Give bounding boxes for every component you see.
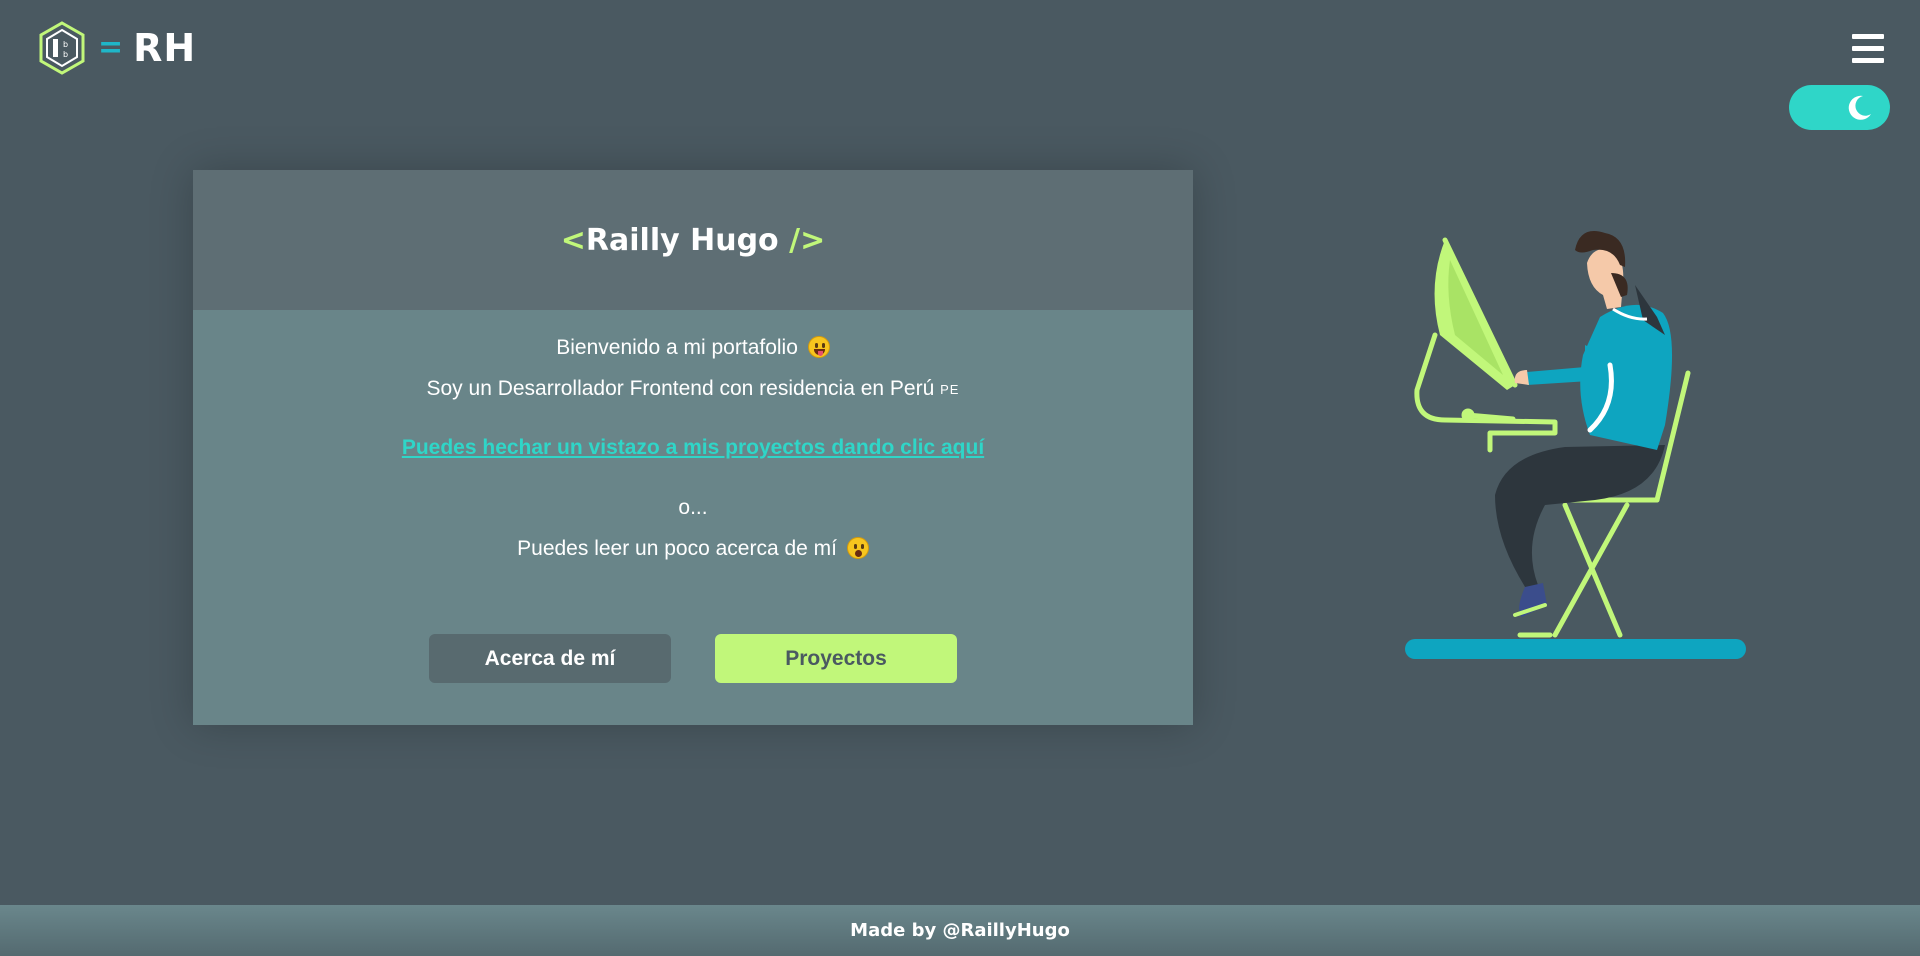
title-open-tag: < bbox=[560, 222, 586, 258]
logo-equals: = bbox=[98, 30, 124, 65]
or-text: o... bbox=[678, 496, 708, 519]
read-more-line: Puedes leer un poco acerca de mí bbox=[193, 537, 1193, 561]
arm bbox=[1527, 345, 1605, 385]
projects-link-line: Puedes hechar un vistazo a mis proyectos… bbox=[193, 436, 1193, 460]
hamburger-icon-bar bbox=[1852, 46, 1884, 51]
welcome-text: Bienvenido a mi portafolio bbox=[556, 336, 798, 359]
peru-flag-icon: PE bbox=[940, 382, 960, 397]
legs bbox=[1495, 445, 1665, 590]
about-button[interactable]: Acerca de mí bbox=[429, 634, 671, 683]
portfolio-page: b b = RH <Railly Hugo /> Bienvenido a mi… bbox=[0, 0, 1920, 956]
hamburger-menu-button[interactable] bbox=[1852, 34, 1884, 68]
read-more-text: Puedes leer un poco acerca de mí bbox=[517, 537, 838, 560]
tongue-emoji-icon bbox=[807, 336, 830, 358]
page-title: <Railly Hugo /> bbox=[561, 223, 825, 258]
intro-line: Soy un Desarrollador Frontend con reside… bbox=[193, 377, 1193, 401]
intro-text: Soy un Desarrollador Frontend con reside… bbox=[426, 377, 935, 400]
title-close-tag: /> bbox=[778, 222, 826, 258]
surprised-emoji-icon bbox=[846, 537, 869, 559]
hamburger-icon bbox=[1852, 34, 1884, 39]
title-name: Railly Hugo bbox=[585, 222, 779, 258]
footer-credit[interactable]: Made by @RaillyHugo bbox=[850, 920, 1070, 941]
card-header: <Railly Hugo /> bbox=[193, 170, 1193, 310]
svg-text:b: b bbox=[63, 40, 68, 49]
footer: Made by @RaillyHugo bbox=[0, 905, 1920, 956]
intro-card: <Railly Hugo /> Bienvenido a mi portafol… bbox=[193, 170, 1193, 725]
projects-link[interactable]: Puedes hechar un vistazo a mis proyectos… bbox=[402, 436, 984, 459]
dark-mode-toggle[interactable] bbox=[1789, 85, 1890, 130]
hamburger-icon-bar bbox=[1852, 58, 1884, 63]
moon-icon bbox=[1848, 95, 1871, 120]
site-logo[interactable]: b b = RH bbox=[38, 20, 196, 76]
floor-bar bbox=[1405, 639, 1746, 659]
card-body: Bienvenido a mi portafolio Soy un Desarr… bbox=[193, 310, 1193, 725]
svg-text:b: b bbox=[63, 50, 68, 59]
welcome-line: Bienvenido a mi portafolio bbox=[193, 336, 1193, 360]
developer-illustration bbox=[1405, 231, 1746, 659]
monitor bbox=[1434, 237, 1518, 390]
hexagon-logo-icon: b b bbox=[39, 21, 85, 75]
projects-button[interactable]: Proyectos bbox=[715, 634, 957, 683]
logo-text: RH bbox=[133, 26, 197, 70]
